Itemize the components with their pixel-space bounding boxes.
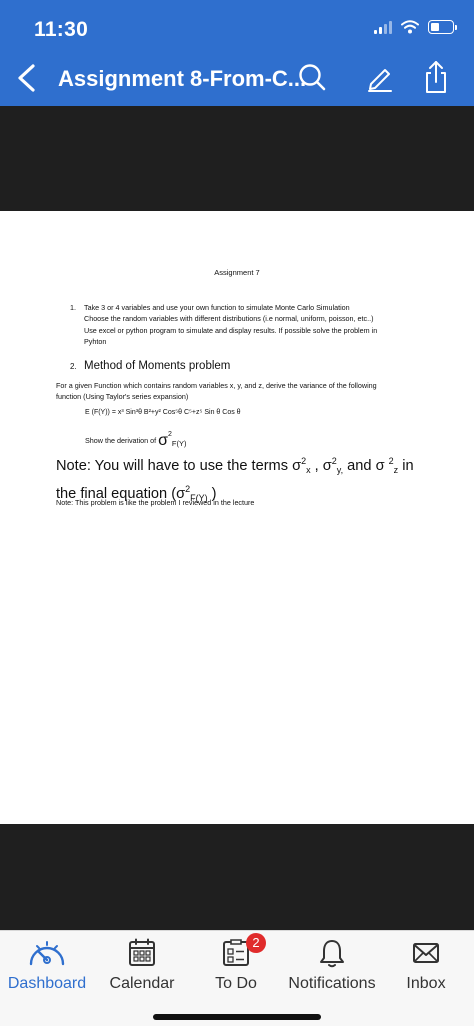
equation: E (F(Y)) = x³ Sin³θ B²+y² Cos⁵θ C⁵+z⁵ Si… [85,409,241,416]
status-icons [374,20,457,34]
tab-todo[interactable]: 2 To Do [206,933,266,993]
page-title: Assignment 8-From-C... [58,66,307,91]
top-bar: 11:30 Assignment 8-From-C... [0,0,474,106]
viewer-background-bottom [0,824,474,930]
sigma-symbol: σ [158,432,168,449]
wifi-icon [401,20,419,34]
note-text: and σ [343,458,389,474]
bell-icon [320,940,344,968]
calendar-icon [129,938,155,966]
tab-label: Notifications [288,975,376,992]
tab-label: Calendar [109,975,175,992]
viewer-background-top [0,106,474,211]
problem-description: For a given Function which contains rand… [56,381,426,402]
battery-icon [428,20,457,34]
home-indicator[interactable] [153,1014,321,1020]
todo-badge: 2 [246,933,266,953]
text-line: Choose the random variables with differe… [84,314,374,324]
text-line: Pyhton [84,336,107,346]
text-line: Take 3 or 4 variables and use your own f… [84,303,350,312]
tab-label: Dashboard [7,975,87,992]
list-item: 2. Method of Moments problem [70,360,230,372]
back-button[interactable] [8,58,44,98]
search-button[interactable] [295,60,329,94]
annotate-button[interactable] [363,60,397,94]
section-title: Method of Moments problem [84,360,231,372]
text-line: function (Using Taylor's series expansio… [56,391,189,401]
superscript: 2 [168,431,172,438]
document-page[interactable]: Assignment 7 1. Take 3 or 4 variables an… [0,211,474,824]
tab-bar: Dashboard Calendar 2 To Do Notifications… [0,930,474,1026]
text-line: For a given Function which contains rand… [56,381,377,390]
tab-calendar[interactable]: Calendar [104,933,180,993]
note-text: Note: You will have to use the terms σ [56,458,302,474]
document-heading: Assignment 7 [214,268,260,277]
pen-icon [368,69,392,92]
envelope-icon [413,943,439,963]
note-text: , σ [310,458,332,474]
tab-notifications[interactable]: Notifications [284,933,380,993]
search-icon [299,64,326,91]
note-lecture: Note: This problem is like the problem I… [56,498,255,507]
tab-label: Inbox [406,975,446,992]
list-item-number: 2. [70,362,77,371]
derivation-line: Show the derivation of σ2F(Y) [85,431,187,450]
chevron-left-icon [18,64,35,92]
list-item-number: 1. [70,303,76,312]
tab-dashboard[interactable]: Dashboard [6,933,88,993]
tab-label: To Do [215,975,257,992]
derivation-text: Show the derivation of [85,436,159,445]
text-line: Use excel or python program to simulate … [84,325,378,335]
subscript: F(Y) [171,439,187,448]
share-button[interactable] [419,60,453,94]
tab-inbox[interactable]: Inbox [398,933,454,993]
share-icon [426,61,446,93]
status-time: 11:30 [34,18,89,41]
list-item: 1. Take 3 or 4 variables and use your ow… [70,302,420,347]
cellular-signal-icon [374,20,392,34]
dashboard-gauge-icon [29,941,65,966]
